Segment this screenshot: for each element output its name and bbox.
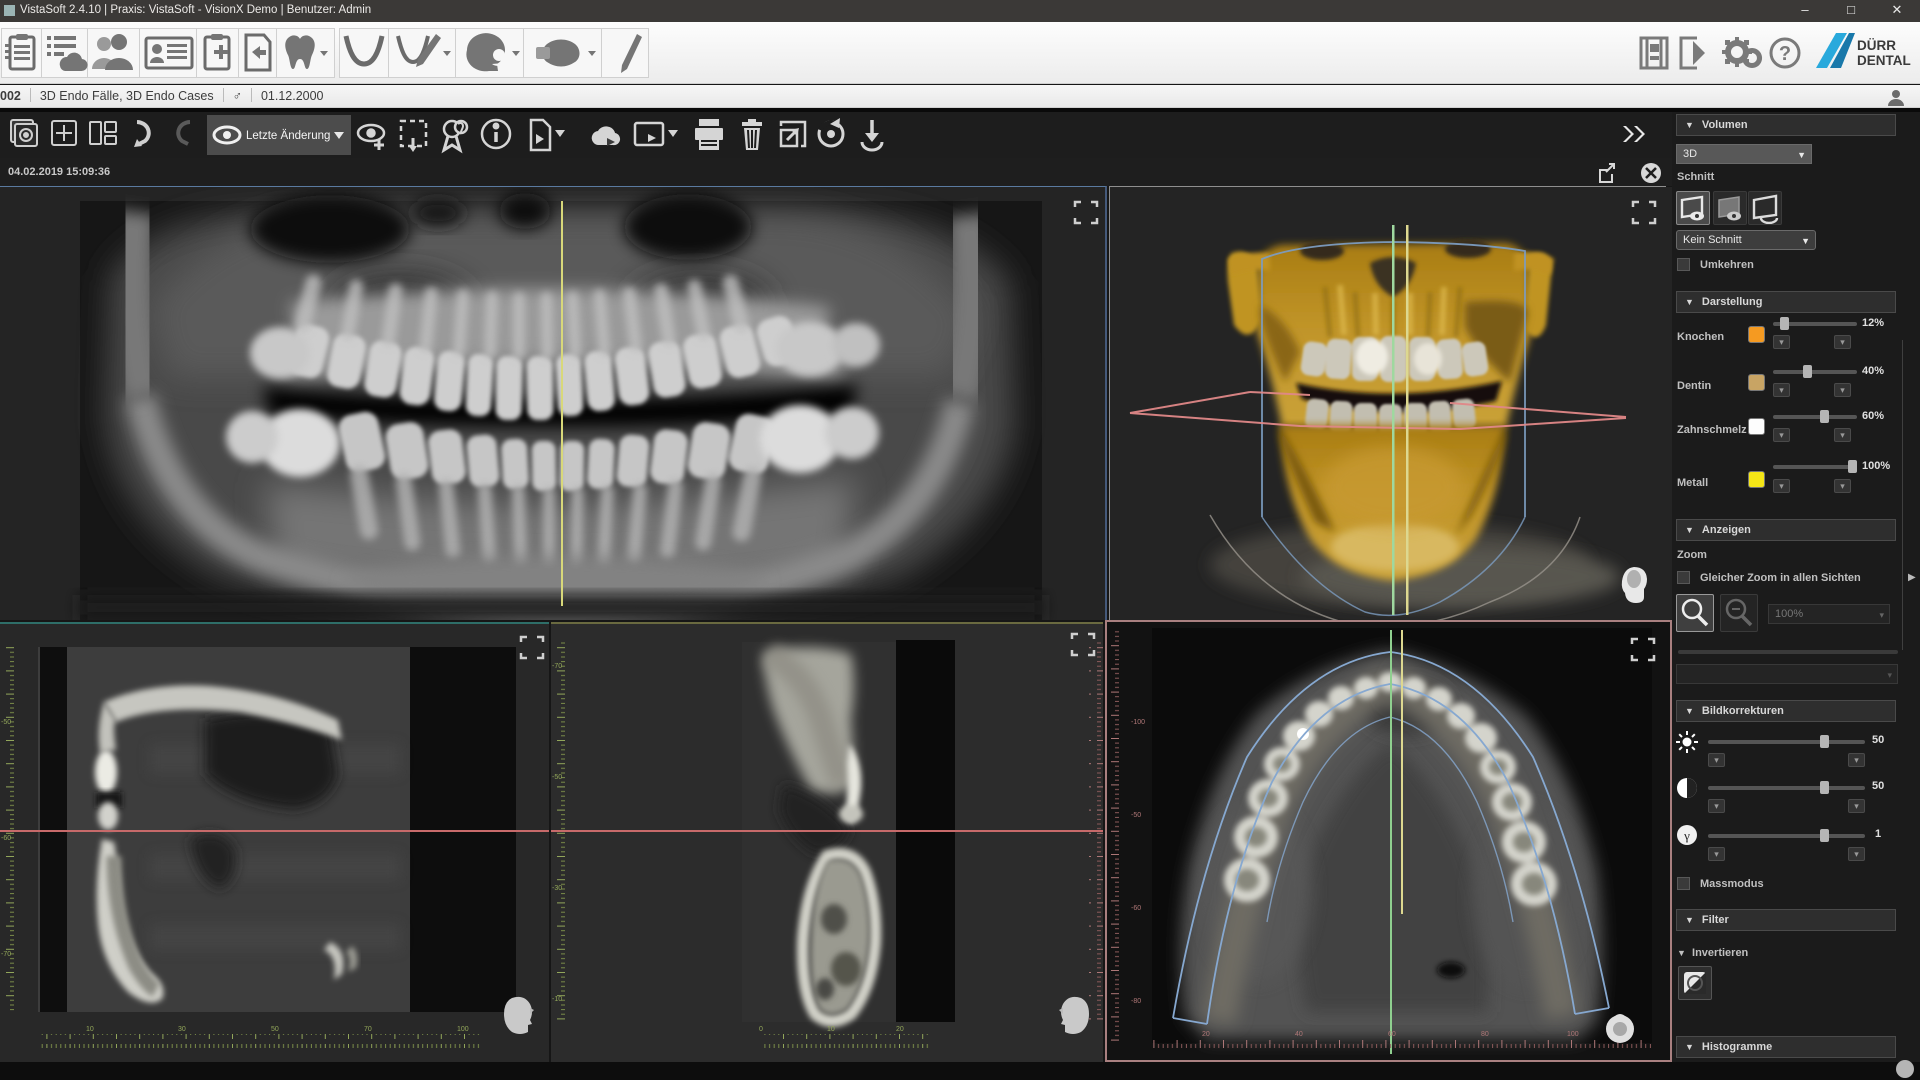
svg-text:-50: -50 [552,774,562,781]
svg-text:-70: -70 [552,663,562,670]
svg-text:Letzte Änderung: Letzte Änderung [246,130,330,142]
svg-text:40: 40 [1295,1031,1303,1038]
svg-text:-70: -70 [1,951,11,958]
svg-text:-80: -80 [1131,998,1141,1005]
svg-text:-50: -50 [1,719,11,726]
svg-text:60: 60 [1388,1031,1396,1038]
svg-text:-60: -60 [1,835,11,842]
svg-text:-50: -50 [1131,812,1141,819]
svg-text:-60: -60 [1131,905,1141,912]
svg-text:-100: -100 [1131,719,1145,726]
svg-text:20: 20 [1202,1031,1210,1038]
svg-text:50: 50 [271,1026,279,1033]
svg-text:DENTAL: DENTAL [1857,53,1911,68]
svg-text:-10: -10 [552,996,562,1003]
svg-text:γ: γ [1683,828,1690,843]
svg-text:10: 10 [827,1026,835,1033]
svg-text:?: ? [1779,43,1791,65]
svg-text:DÜRR: DÜRR [1857,38,1896,53]
svg-text:0: 0 [759,1026,763,1033]
svg-text:70: 70 [364,1026,372,1033]
svg-text:-30: -30 [552,885,562,892]
svg-text:30: 30 [178,1026,186,1033]
svg-text:100: 100 [1567,1031,1579,1038]
svg-text:20: 20 [896,1026,904,1033]
svg-text:80: 80 [1481,1031,1489,1038]
svg-text:100: 100 [457,1026,469,1033]
svg-text:10: 10 [86,1026,94,1033]
